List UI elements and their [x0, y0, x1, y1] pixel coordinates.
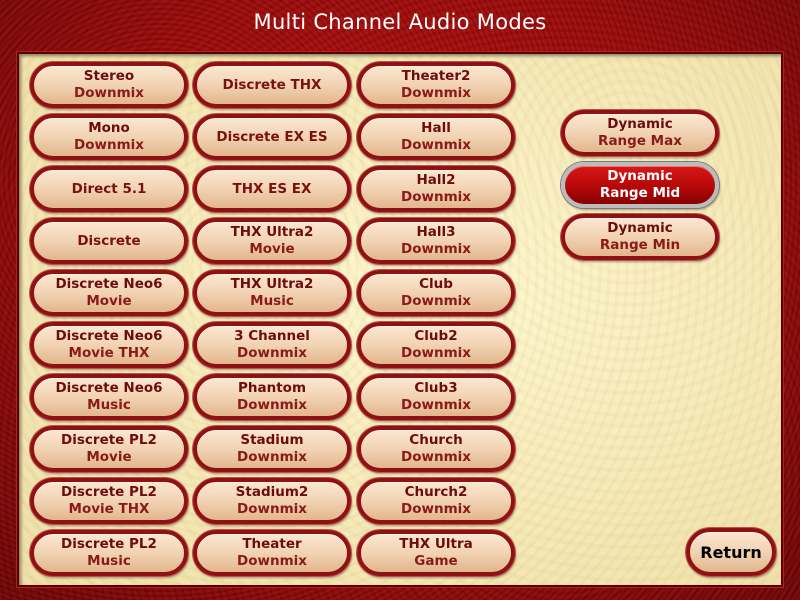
mode-button[interactable]: Direct 5.1 [30, 166, 188, 212]
mode-label-line2: Downmix [401, 85, 471, 101]
mode-label-line2: Downmix [237, 345, 307, 361]
mode-label-line1: Theater [242, 536, 302, 552]
mode-button[interactable]: THX Ultra2 Music [193, 270, 351, 316]
mode-label-line1: THX Ultra [399, 536, 473, 552]
mode-label-line1: Hall3 [416, 224, 456, 240]
dynamic-range-label-line2: Range Min [599, 237, 681, 253]
mode-label-line2: Movie [86, 449, 132, 465]
return-button[interactable]: Return [686, 528, 776, 576]
mode-label-line2: Downmix [401, 241, 471, 257]
mode-label-line2: Downmix [401, 501, 471, 517]
mode-label-line1: Phantom [237, 380, 307, 396]
mode-label-line1: Discrete Neo6 [55, 276, 163, 292]
mode-button[interactable]: Theater2 Downmix [357, 62, 515, 108]
mode-button[interactable]: Mono Downmix [30, 114, 188, 160]
mode-label-line2: Movie [249, 241, 295, 257]
dynamic-range-max-button[interactable]: Dynamic Range Max [561, 110, 719, 156]
dynamic-range-label-line1: Dynamic [607, 116, 673, 132]
dynamic-range-label-line1: Dynamic [607, 168, 673, 184]
mode-button[interactable]: Stadium2 Downmix [193, 478, 351, 524]
mode-label-line2: Downmix [401, 397, 471, 413]
mode-button[interactable]: Stadium Downmix [193, 426, 351, 472]
dynamic-range-label-line2: Range Mid [599, 185, 681, 201]
mode-button[interactable]: Discrete Neo6 Movie THX [30, 322, 188, 368]
mode-label-line1: Church [409, 432, 463, 448]
mode-label-line2: Downmix [74, 137, 144, 153]
mode-label-line1: Club3 [414, 380, 458, 396]
mode-label-line2: Downmix [401, 189, 471, 205]
mode-button[interactable]: Church Downmix [357, 426, 515, 472]
dynamic-range-min-button[interactable]: Dynamic Range Min [561, 214, 719, 260]
mode-label-line2: Downmix [74, 85, 144, 101]
mode-button[interactable]: Church2 Downmix [357, 478, 515, 524]
mode-label-line1: Discrete THX [222, 76, 322, 93]
mode-label-line2: Music [250, 293, 294, 309]
mode-button[interactable]: Discrete Neo6 Music [30, 374, 188, 420]
mode-label-line2: Movie THX [68, 501, 150, 517]
mode-button[interactable]: Hall Downmix [357, 114, 515, 160]
mode-label-line1: Discrete EX ES [216, 128, 328, 145]
mode-label-line1: Stadium [240, 432, 304, 448]
mode-button[interactable]: Discrete EX ES [193, 114, 351, 160]
mode-label-line1: Stadium2 [235, 484, 309, 500]
mode-label-line1: Discrete [77, 232, 141, 249]
mode-label-line2: Movie [86, 293, 132, 309]
mode-button[interactable]: Club Downmix [357, 270, 515, 316]
mode-button[interactable]: THX Ultra Game [357, 530, 515, 576]
mode-label-line1: Club2 [414, 328, 458, 344]
mode-label-line2: Downmix [237, 397, 307, 413]
mode-label-line1: Discrete Neo6 [55, 380, 163, 396]
mode-button[interactable]: Discrete Neo6 Movie [30, 270, 188, 316]
mode-label-line2: Downmix [237, 553, 307, 569]
mode-button[interactable]: Theater Downmix [193, 530, 351, 576]
mode-button[interactable]: Club2 Downmix [357, 322, 515, 368]
mode-button[interactable]: Hall3 Downmix [357, 218, 515, 264]
mode-button[interactable]: Club3 Downmix [357, 374, 515, 420]
page-title: Multi Channel Audio Modes [253, 10, 547, 34]
mode-label-line1: Club [419, 276, 453, 292]
mode-label-line1: Theater2 [401, 68, 471, 84]
mode-label-line1: Discrete Neo6 [55, 328, 163, 344]
mode-button[interactable]: Discrete PL2 Movie THX [30, 478, 188, 524]
mode-label-line1: Discrete PL2 [61, 484, 157, 500]
mode-label-line1: Direct 5.1 [71, 180, 147, 197]
mode-label-line1: Stereo [83, 68, 135, 84]
mode-label-line2: Downmix [401, 137, 471, 153]
mode-label-line2: Downmix [401, 293, 471, 309]
mode-button[interactable]: THX Ultra2 Movie [193, 218, 351, 264]
mode-label-line2: Music [87, 553, 131, 569]
mode-label-line2: Downmix [401, 345, 471, 361]
mode-label-line1: Discrete PL2 [61, 536, 157, 552]
dynamic-range-mid-button[interactable]: Dynamic Range Mid [561, 162, 719, 208]
mode-label-line1: Mono [88, 120, 130, 136]
mode-button[interactable]: Discrete [30, 218, 188, 264]
mode-button[interactable]: Discrete THX [193, 62, 351, 108]
mode-label-line2: Game [414, 553, 458, 569]
mode-label-line1: THX Ultra2 [230, 224, 314, 240]
dynamic-range-label-line1: Dynamic [607, 220, 673, 236]
mode-button[interactable]: Stereo Downmix [30, 62, 188, 108]
mode-button[interactable]: Hall2 Downmix [357, 166, 515, 212]
mode-label-line2: Movie THX [68, 345, 150, 361]
mode-button[interactable]: Discrete PL2 Movie [30, 426, 188, 472]
mode-label-line2: Music [87, 397, 131, 413]
mode-label-line1: Hall2 [416, 172, 456, 188]
mode-label-line2: Downmix [401, 449, 471, 465]
mode-label-line2: Downmix [237, 501, 307, 517]
mode-button[interactable]: Phantom Downmix [193, 374, 351, 420]
mode-label-line1: Discrete PL2 [61, 432, 157, 448]
mode-label-line1: Hall [421, 120, 451, 136]
mode-label-line1: Church2 [404, 484, 468, 500]
dynamic-range-label-line2: Range Max [598, 133, 682, 149]
mode-button[interactable]: 3 Channel Downmix [193, 322, 351, 368]
mode-label-line1: THX ES EX [232, 180, 312, 197]
mode-label-line2: Downmix [237, 449, 307, 465]
mode-button[interactable]: Discrete PL2 Music [30, 530, 188, 576]
mode-button[interactable]: THX ES EX [193, 166, 351, 212]
mode-label-line1: 3 Channel [234, 328, 310, 344]
mode-label-line1: THX Ultra2 [230, 276, 314, 292]
